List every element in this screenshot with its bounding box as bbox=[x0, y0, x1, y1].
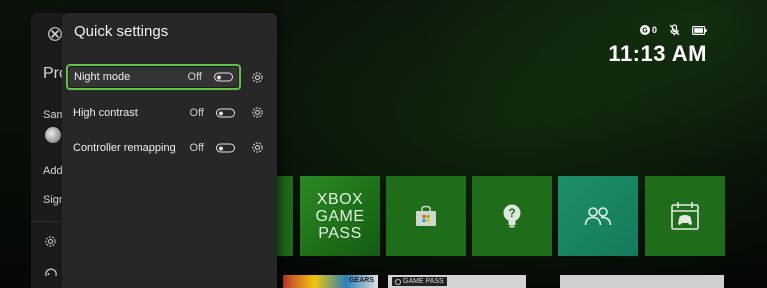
battery-icon bbox=[692, 25, 707, 35]
high-contrast-settings-gear-icon[interactable] bbox=[251, 106, 264, 124]
controller-icon[interactable] bbox=[44, 265, 58, 283]
setting-state: Off bbox=[189, 107, 204, 119]
game-pass-badge: GAME PASS bbox=[392, 277, 447, 286]
setting-state: Off bbox=[189, 142, 204, 154]
svg-text:G: G bbox=[642, 28, 648, 35]
tile-tips[interactable]: ? bbox=[472, 176, 552, 256]
night-mode-settings-gear-icon[interactable] bbox=[251, 71, 264, 89]
mic-muted-icon bbox=[669, 24, 680, 36]
game-pass-logo-text: XBOX GAME PASS bbox=[315, 191, 365, 242]
content-tile[interactable]: GEARS bbox=[283, 275, 378, 288]
toggle-switch[interactable] bbox=[216, 108, 235, 118]
setting-label: Night mode bbox=[74, 71, 131, 83]
night-mode-toggle-row[interactable]: Night mode Off bbox=[66, 64, 241, 90]
avatar[interactable] bbox=[45, 127, 61, 143]
tile-store[interactable] bbox=[386, 176, 466, 256]
tile-events[interactable] bbox=[645, 176, 725, 256]
g-badge-icon: G 0 bbox=[639, 25, 657, 35]
controller-remapping-settings-gear-icon[interactable] bbox=[251, 141, 264, 159]
content-tile[interactable] bbox=[560, 275, 724, 288]
content-tile[interactable]: GAME PASS bbox=[388, 275, 526, 288]
status-bar: G 0 bbox=[639, 24, 707, 36]
high-contrast-toggle-row[interactable]: High contrast Off bbox=[66, 100, 241, 126]
toggle-switch[interactable] bbox=[214, 72, 233, 82]
guide-add-item[interactable]: Add bbox=[43, 165, 63, 177]
toggle-switch[interactable] bbox=[216, 143, 235, 153]
quick-settings-panel: Quick settings Night mode Off High contr… bbox=[62, 13, 277, 288]
clock: 11:13 AM bbox=[608, 41, 707, 66]
content-tile-label: GEARS bbox=[349, 277, 374, 284]
badge-count: 0 bbox=[651, 25, 657, 35]
tile-friends[interactable] bbox=[558, 176, 638, 256]
svg-text:?: ? bbox=[508, 206, 515, 220]
tile-game-pass[interactable]: XBOX GAME PASS bbox=[300, 176, 380, 256]
xbox-logo-icon bbox=[48, 27, 62, 46]
setting-label: Controller remapping bbox=[73, 142, 176, 154]
controller-remapping-toggle-row[interactable]: Controller remapping Off bbox=[66, 135, 241, 161]
panel-title: Quick settings bbox=[74, 23, 169, 40]
setting-state: Off bbox=[187, 71, 202, 83]
setting-label: High contrast bbox=[73, 107, 138, 119]
gear-icon[interactable] bbox=[44, 235, 57, 253]
